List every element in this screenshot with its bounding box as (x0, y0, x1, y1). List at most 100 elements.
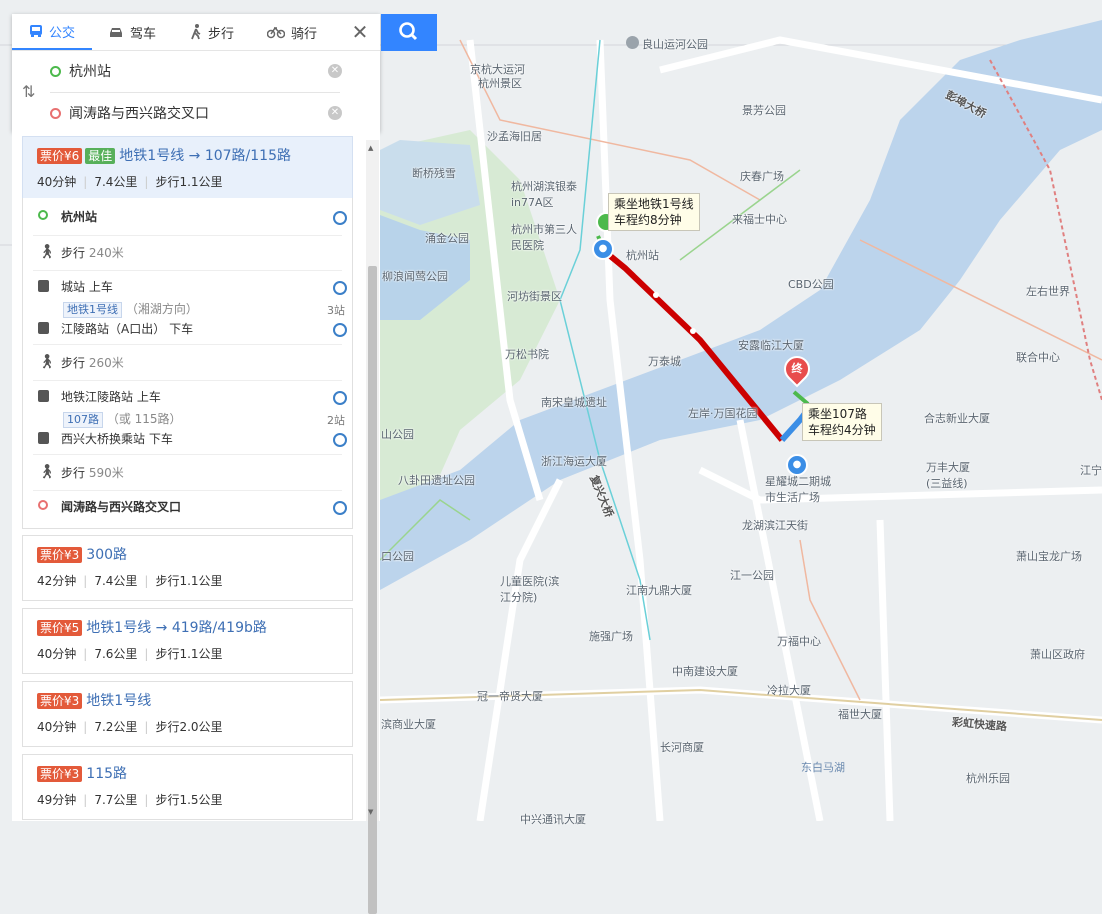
alight-station: 西兴大桥换乘站 (61, 432, 146, 446)
bus-icon (29, 25, 42, 37)
clear-destination-icon[interactable]: ✕ (328, 106, 342, 120)
map-label: CBD公园 (788, 278, 834, 291)
route-detail: 杭州站 🚶︎ 步行 240米 城站 上车 地铁1号线 （湘湖方向） 3站 江陵路… (22, 198, 353, 529)
map-label: 杭州湖滨银泰in77A区 (511, 180, 577, 209)
map-label: 庆春广场 (740, 170, 784, 183)
scroll-down-icon[interactable]: ▼ (368, 808, 373, 816)
walk-distance: 240米 (88, 246, 124, 260)
walk-icon: 🚶︎ (38, 354, 56, 370)
map-label: 中南建设大厦 (672, 665, 738, 678)
route-card-3[interactable]: 票价¥5 地铁1号线 → 419路/419b路 40分钟 | 7.6公里 | 步行1.1公… (22, 608, 353, 674)
route-distance: 7.6公里 (94, 647, 138, 661)
route-distance: 7.4公里 (94, 175, 138, 189)
route-card-4[interactable]: 票价¥3 地铁1号线 40分钟 | 7.2公里 | 步行2.0公里 (22, 681, 353, 747)
map-label: 杭州站 (626, 249, 659, 262)
locate-pin-icon[interactable] (333, 391, 347, 405)
map-label: 断桥残雪 (412, 167, 456, 180)
route-distance: 7.2公里 (94, 720, 138, 734)
field-divider (50, 92, 340, 93)
locate-pin-icon[interactable] (333, 323, 347, 337)
board-station: 城站 (61, 280, 86, 294)
metro-callout: 乘坐地铁1号线 车程约8分钟 (608, 193, 700, 231)
map-label: 滨商业大厦 (381, 718, 436, 731)
bus-stop-icon[interactable]: ● (786, 454, 808, 476)
walk-icon (191, 24, 201, 40)
map-label: 江一公园 (730, 569, 774, 582)
locate-pin-icon[interactable] (333, 501, 347, 515)
step-text: 闻涛路与西兴路交叉口 (61, 500, 182, 514)
search-button[interactable] (381, 14, 437, 51)
map-label: 萧山宝龙广场 (1016, 550, 1082, 563)
map-label: 江宁 (1080, 464, 1102, 477)
bus-callout-line1: 乘坐107路 (808, 407, 867, 421)
map-label: 龙湖滨江天街 (742, 519, 808, 532)
metro-callout-line2: 车程约8分钟 (614, 213, 682, 227)
route-name: 115路 (86, 766, 128, 782)
route-distance: 7.7公里 (94, 793, 138, 807)
map-label: 涌金公园 (425, 232, 469, 245)
tab-label: 公交 (48, 25, 75, 41)
results-scrollbar[interactable]: ▲ ▼ (366, 140, 379, 914)
map-label: 左岸·万国花园 (688, 407, 758, 420)
metro-icon (38, 280, 49, 292)
map-label: 河坊街景区 (507, 290, 562, 303)
swap-icon[interactable]: ⇅ (22, 82, 35, 101)
price-badge: 票价¥3 (37, 547, 83, 563)
tab-bike[interactable]: 骑行 (252, 14, 332, 50)
map-label: 联合中心 (1016, 351, 1060, 364)
tab-label: 步行 (207, 26, 234, 42)
locate-pin-icon[interactable] (333, 211, 347, 225)
poi-icon (626, 36, 639, 49)
alight-detail: （A口出） (109, 322, 166, 336)
route-card-5[interactable]: 票价¥3 115路 49分钟 | 7.7公里 | 步行1.5公里 (22, 754, 353, 820)
locate-pin-icon[interactable] (333, 433, 347, 447)
map-label: 江南九鼎大厦 (626, 584, 692, 597)
scroll-up-icon[interactable]: ▲ (368, 144, 373, 152)
route-walk: 步行1.5公里 (155, 793, 223, 807)
map-label: 万福中心 (777, 635, 821, 648)
map-label: 施强广场 (589, 630, 633, 643)
route-name: 地铁1号线 (86, 693, 152, 709)
metro-callout-line1: 乘坐地铁1号线 (614, 197, 694, 211)
metro-station-icon[interactable]: ● (592, 238, 614, 260)
destination-field[interactable]: 闻涛路与西兴路交叉口 ✕ (50, 98, 342, 128)
map-label: 浙江海运大厦 (541, 455, 607, 468)
price-badge: 票价¥3 (37, 766, 83, 782)
tab-walk[interactable]: 步行 (172, 14, 252, 50)
map-label: 万丰大厦(三益线) (926, 461, 970, 490)
scrollbar-thumb[interactable] (368, 266, 377, 914)
line-direction: （湘湖方向） (125, 302, 198, 316)
map-label: 星耀城二期城市生活广场 (765, 475, 831, 504)
route-distance: 7.4公里 (94, 574, 138, 588)
route-time: 40分钟 (37, 175, 77, 189)
route-card-2[interactable]: 票价¥3 300路 42分钟 | 7.4公里 | 步行1.1公里 (22, 535, 353, 601)
stop-count: 3站 (327, 304, 345, 317)
board-station: 地铁江陵路站 (61, 390, 134, 404)
close-icon[interactable]: ✕ (348, 20, 372, 44)
step-text: 步行 (61, 466, 86, 480)
clear-origin-icon[interactable]: ✕ (328, 64, 342, 78)
map-label: 长河商厦 (660, 741, 704, 754)
map-label: 杭州乐园 (966, 772, 1010, 785)
map-label: 福世大厦 (838, 708, 882, 721)
locate-pin-icon[interactable] (333, 281, 347, 295)
board-action: 上车 (136, 390, 161, 404)
route-walk: 步行1.1公里 (155, 175, 223, 189)
alight-action: 下车 (148, 432, 173, 446)
map-label: 杭州景区 (478, 77, 522, 90)
tab-drive[interactable]: 驾车 (92, 14, 172, 50)
line-tag[interactable]: 107路 (63, 412, 103, 428)
board-action: 上车 (88, 280, 113, 294)
map-label: 中兴通讯大厦 (520, 813, 586, 826)
stop-count: 2站 (327, 414, 345, 427)
tab-bus[interactable]: 公交 (12, 14, 92, 50)
route-card-1[interactable]: 票价¥6 最佳 地铁1号线 → 107路/115路 40分钟 | 7.4公里 | 步行1.1… (22, 136, 353, 200)
map-label: 儿童医院(滨江分院) (500, 575, 560, 604)
route-name: 300路 (86, 547, 128, 563)
tab-label: 骑行 (290, 26, 317, 42)
line-tag[interactable]: 地铁1号线 (63, 302, 122, 318)
tab-label: 驾车 (129, 26, 156, 42)
walk-distance: 590米 (88, 466, 124, 480)
price-badge: 票价¥5 (37, 620, 83, 636)
origin-field[interactable]: 杭州站 ✕ (50, 56, 342, 86)
